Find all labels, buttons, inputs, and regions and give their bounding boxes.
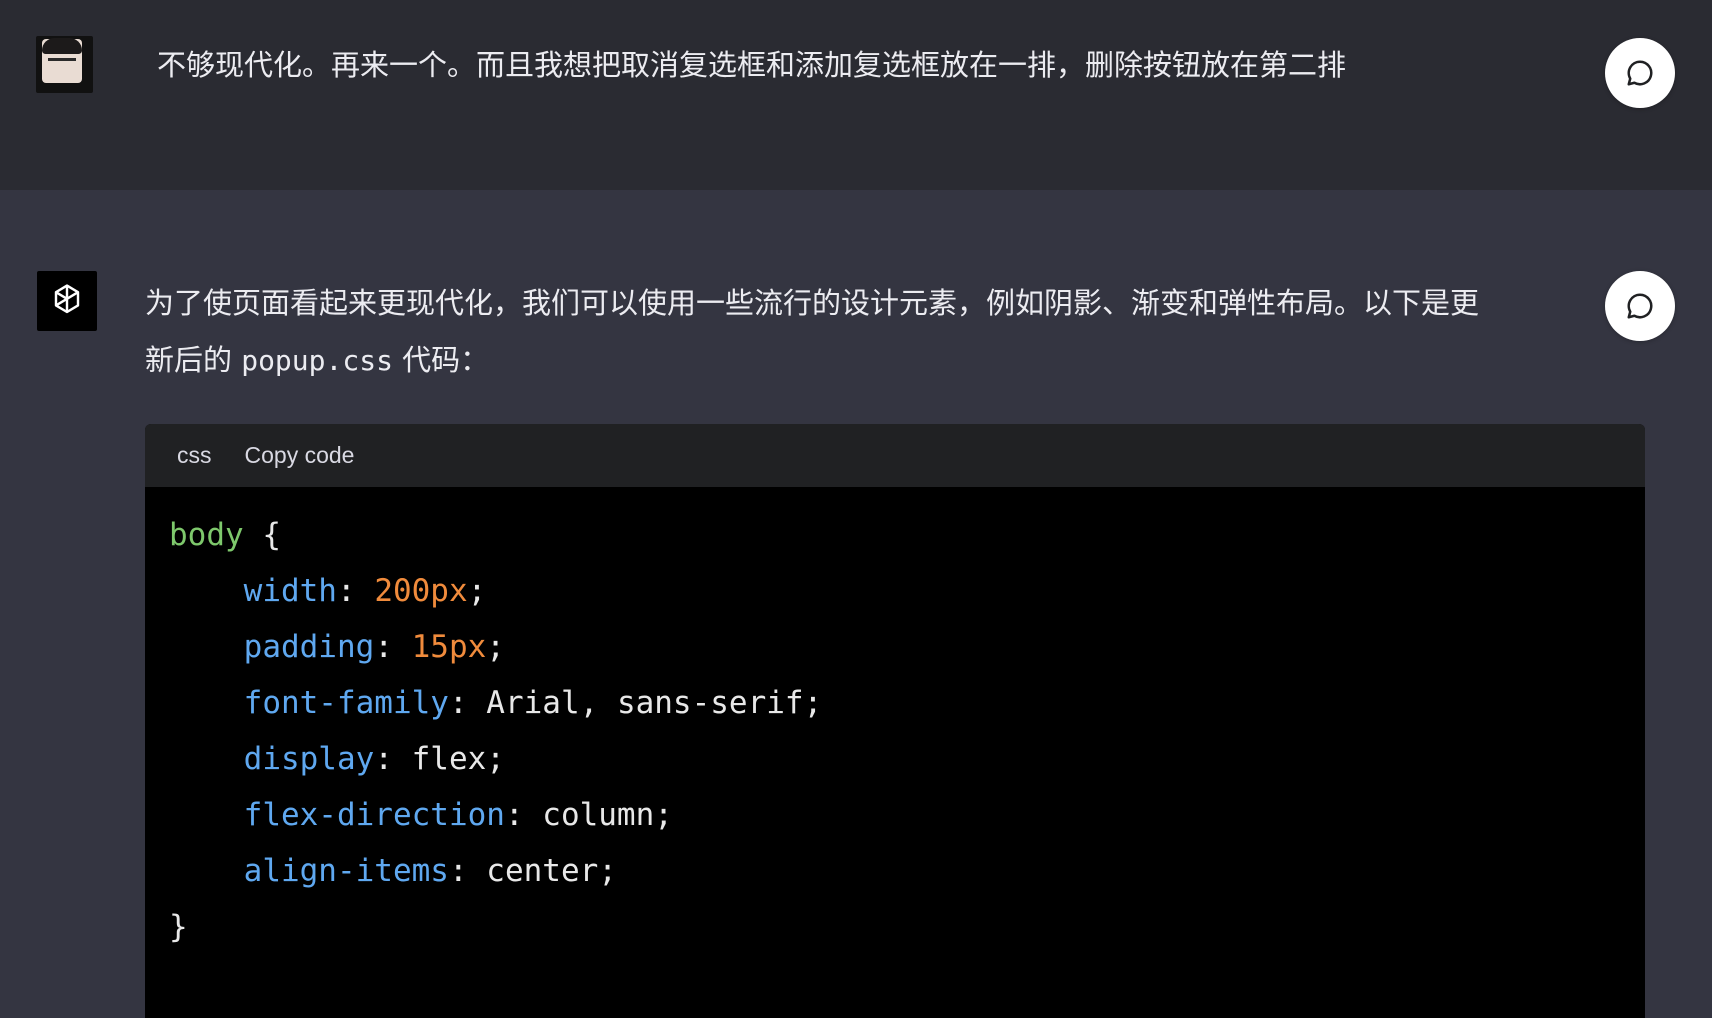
- code-property: padding: [243, 629, 375, 665]
- code-value: column: [542, 797, 655, 833]
- code-line: padding: 15px;: [243, 629, 505, 665]
- code-line: flex-direction: column;: [243, 797, 673, 833]
- openai-logo-icon: [37, 271, 97, 331]
- assistant-text-prefix: 新后的: [145, 343, 242, 377]
- code-block-header: css Copy code: [145, 424, 1645, 487]
- code-line: font-family: Arial, sans-serif;: [243, 685, 823, 721]
- user-message-text: 不够现代化。再来一个。而且我想把取消复选框和添加复选框放在一排，删除按钮放在第二…: [157, 48, 1347, 82]
- code-property: display: [243, 741, 375, 777]
- code-property: flex-direction: [243, 797, 505, 833]
- code-property: align-items: [243, 853, 449, 889]
- code-value: 15px: [411, 629, 487, 665]
- feedback-button-2[interactable]: [1605, 271, 1675, 341]
- assistant-text-line-1: 为了使页面看起来更现代化，我们可以使用一些流行的设计元素，例如阴影、渐变和弹性布…: [145, 286, 1480, 320]
- copy-code-button[interactable]: Copy code: [245, 442, 355, 469]
- feedback-button[interactable]: [1605, 38, 1675, 108]
- inline-code-filename: popup.css: [241, 344, 393, 377]
- speech-bubble-icon: [1627, 293, 1653, 319]
- code-property: width: [243, 573, 337, 609]
- assistant-text-line-2: 新后的 popup.css 代码：: [145, 332, 1615, 389]
- user-avatar-icon: [36, 36, 93, 93]
- code-open-brace: {: [243, 517, 281, 553]
- code-block: css Copy code body { width: 200px; paddi…: [145, 424, 1645, 1018]
- code-selector: body: [169, 517, 244, 553]
- code-property: font-family: [243, 685, 449, 721]
- code-line: width: 200px;: [243, 573, 487, 609]
- code-declarations: width: 200px; padding: 15px; font-family…: [169, 563, 1645, 899]
- code-value: center: [486, 853, 599, 889]
- code-content: body { width: 200px; padding: 15px; font…: [145, 487, 1645, 955]
- code-line: align-items: center;: [243, 853, 617, 889]
- assistant-message-text: 为了使页面看起来更现代化，我们可以使用一些流行的设计元素，例如阴影、渐变和弹性布…: [145, 275, 1615, 389]
- code-line: }: [169, 899, 1645, 955]
- assistant-text-suffix: 代码：: [392, 343, 490, 377]
- code-close-brace: }: [169, 909, 188, 945]
- user-message-row: 不够现代化。再来一个。而且我想把取消复选框和添加复选框放在一排，删除按钮放在第二…: [0, 0, 1712, 190]
- copy-code-label: Copy code: [244, 442, 355, 468]
- code-line: display: flex;: [243, 741, 505, 777]
- speech-bubble-icon: [1627, 60, 1653, 86]
- code-value: flex: [411, 741, 487, 777]
- code-line: body {: [169, 507, 1645, 563]
- code-value: Arial, sans-serif: [486, 685, 804, 721]
- code-language-label: css: [177, 442, 212, 468]
- code-value: 200px: [374, 573, 468, 609]
